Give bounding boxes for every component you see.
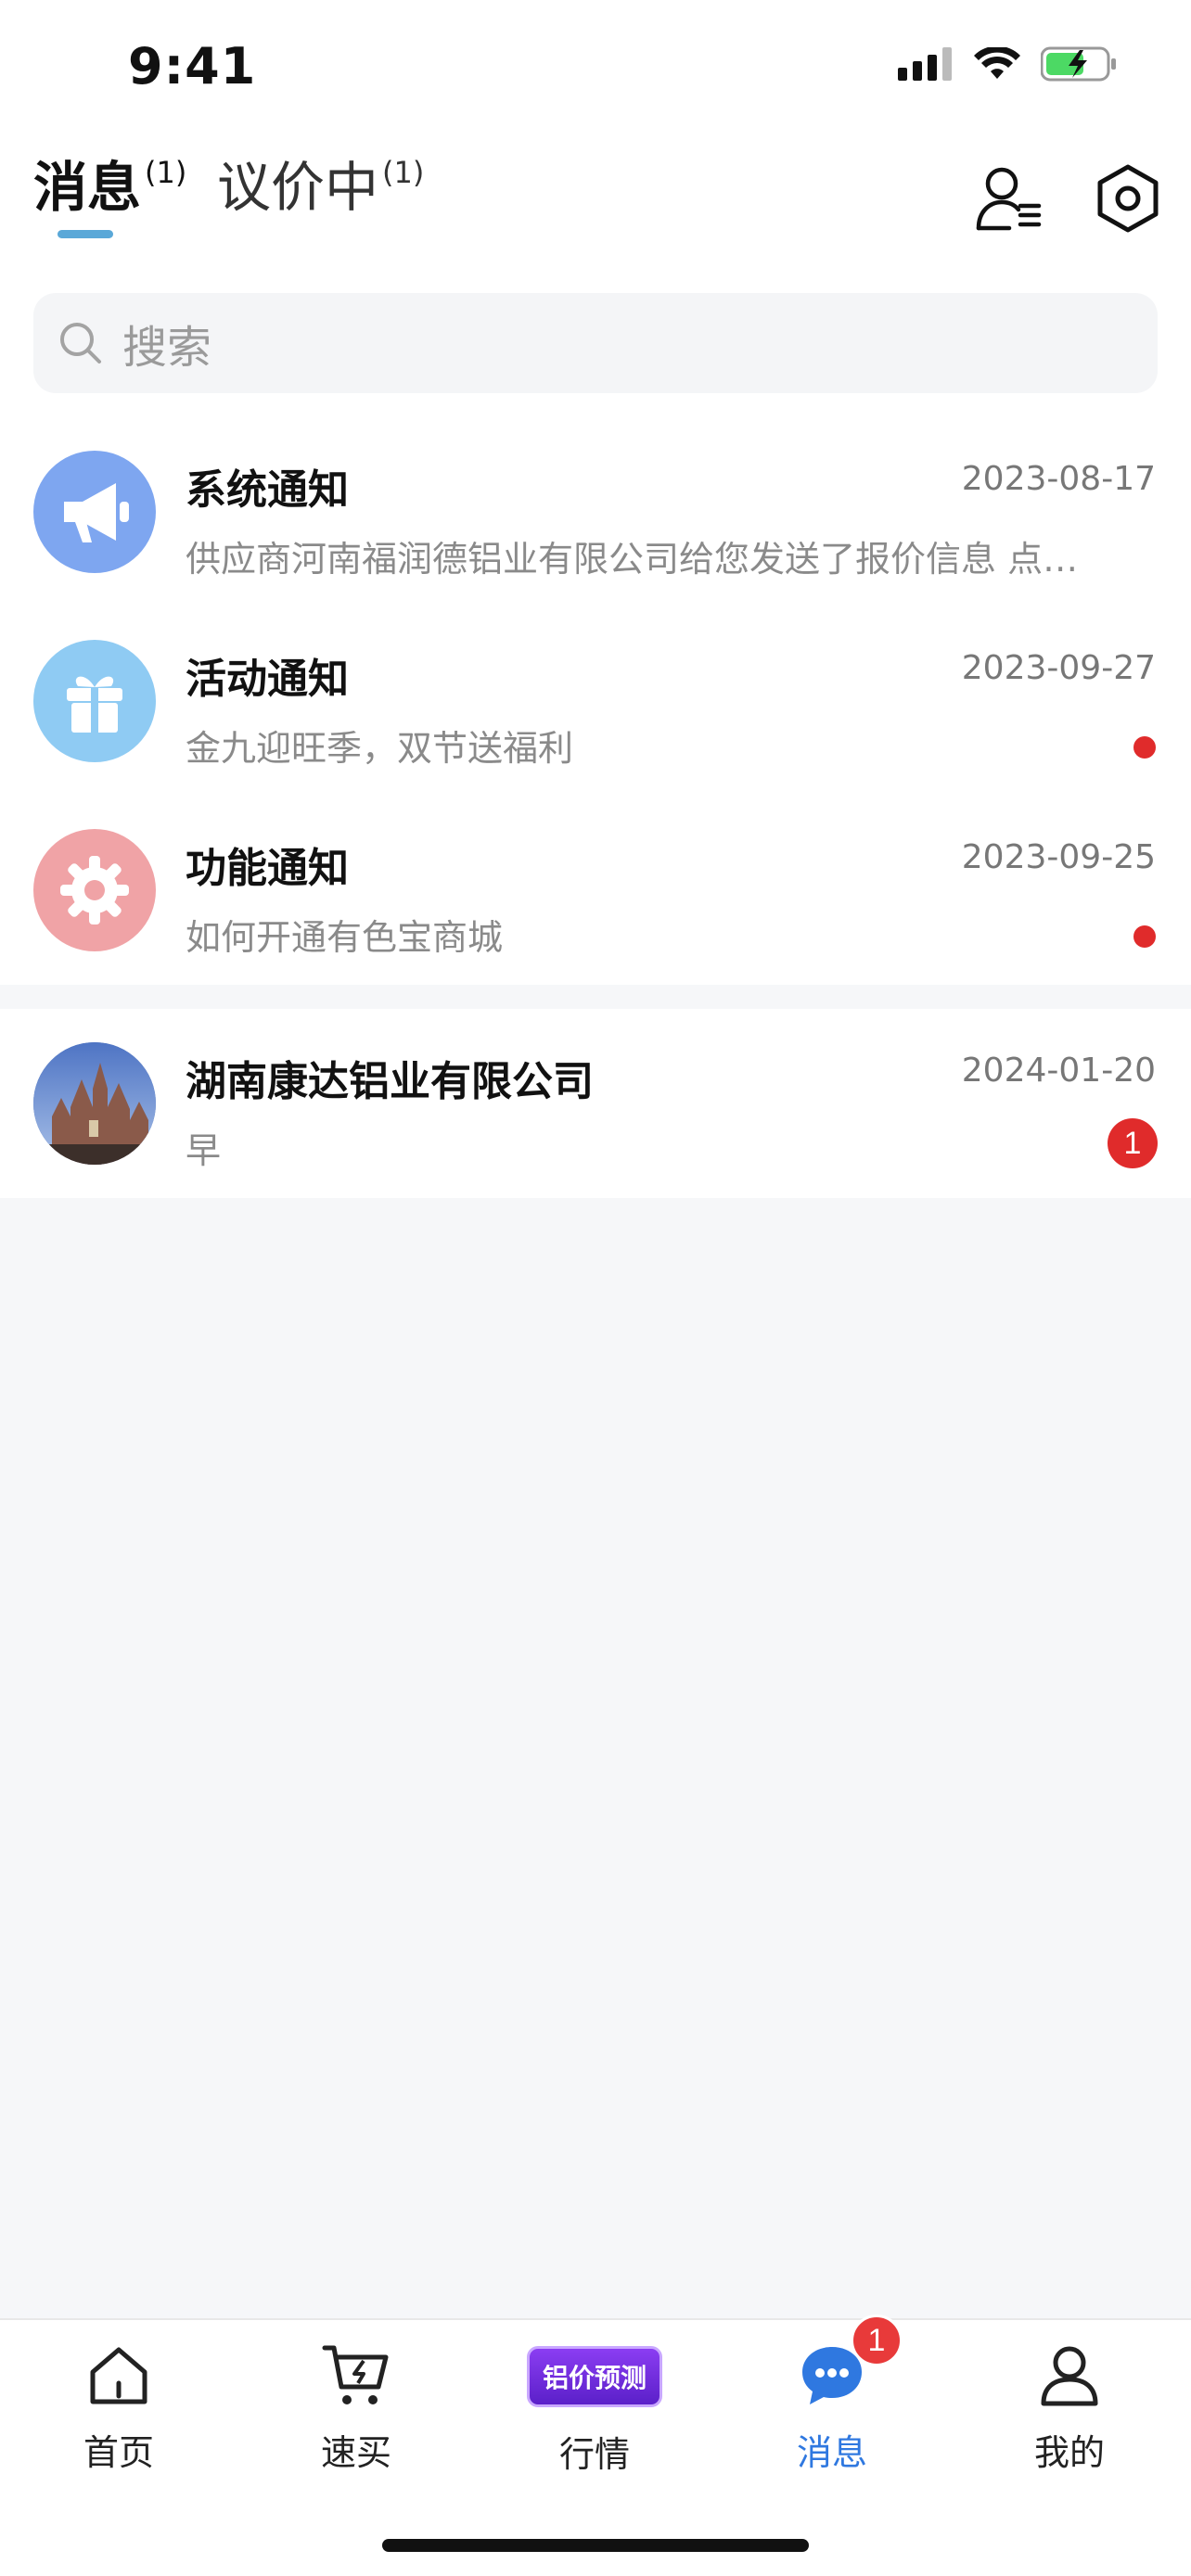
message-date: 2023-09-27 [961, 649, 1156, 687]
chat-title: 湖南康达铝业有限公司 [186, 1058, 594, 1105]
search-placeholder: 搜索 [122, 322, 212, 374]
tab-count: (1) [382, 155, 425, 190]
message-preview: 如何开通有色宝商城 [186, 917, 504, 958]
tab-negotiating[interactable]: 议价中 (1) [217, 150, 424, 224]
tab-label: 速买 [320, 2432, 391, 2473]
wifi-icon [974, 47, 1020, 79]
unread-badge: 1 [1108, 1118, 1158, 1168]
message-date: 2023-08-17 [961, 460, 1156, 498]
tab-label: 消息 [796, 2432, 867, 2473]
profile-icon [1032, 2339, 1107, 2413]
message-title: 功能通知 [186, 845, 349, 892]
search-section: 搜索 [0, 278, 1191, 417]
message-date: 2023-09-25 [961, 838, 1156, 876]
tab-label: 行情 [558, 2434, 630, 2475]
chat-date: 2024-01-20 [961, 1052, 1156, 1090]
unread-dot [1133, 925, 1156, 948]
list-item[interactable]: 功能通知 2023-09-25 如何开通有色宝商城 [0, 796, 1191, 985]
status-time: 9:41 [128, 37, 257, 96]
list-item[interactable]: 活动通知 2023-09-27 金九迎旺季，双节送福利 [0, 606, 1191, 796]
status-bar: 9:41 [0, 0, 1191, 130]
gift-icon [33, 640, 156, 762]
tab-label: 首页 [83, 2432, 154, 2473]
home-indicator [382, 2539, 809, 2552]
castle-photo [33, 1042, 156, 1165]
home-icon [82, 2339, 156, 2413]
tab-badge: 1 [851, 2315, 903, 2366]
chat-icon: 1 [795, 2315, 903, 2413]
tab-label: 消息 [33, 156, 142, 219]
tab-market[interactable]: 铝价预测 行情 [502, 2339, 687, 2487]
message-title: 活动通知 [186, 656, 349, 703]
tab-messages-nav[interactable]: 1 消息 [739, 2315, 925, 2487]
tab-label: 我的 [1033, 2432, 1105, 2473]
chat-list: 湖南康达铝业有限公司 2024-01-20 早 1 [0, 1009, 1191, 1198]
list-item[interactable]: 湖南康达铝业有限公司 2024-01-20 早 1 [0, 1009, 1191, 1198]
contacts-icon[interactable] [974, 163, 1044, 234]
megaphone-icon [33, 451, 156, 573]
message-preview: 供应商河南福润德铝业有限公司给您发送了报价信息 点… [186, 539, 1079, 580]
settings-icon[interactable] [1093, 163, 1163, 234]
list-item[interactable]: 系统通知 2023-08-17 供应商河南福润德铝业有限公司给您发送了报价信息 … [0, 417, 1191, 606]
header: 消息 (1) 议价中 (1) [0, 130, 1191, 297]
tab-home[interactable]: 首页 [26, 2339, 211, 2487]
tab-count: (1) [145, 155, 187, 190]
tab-messages[interactable]: 消息 (1) [33, 150, 186, 224]
active-tab-indicator [58, 230, 113, 238]
search-icon [60, 323, 101, 363]
gear-icon [33, 829, 156, 951]
promo-badge: 铝价预测 [527, 2346, 662, 2407]
battery-icon [1041, 46, 1116, 82]
bottom-tab-bar: 首页 速买 铝价预测 行情 1 消息 我的 [0, 2315, 1191, 2576]
message-title: 系统通知 [186, 466, 349, 514]
tab-label: 议价中 [217, 156, 379, 219]
notification-list: 系统通知 2023-08-17 供应商河南福润德铝业有限公司给您发送了报价信息 … [0, 417, 1191, 985]
cart-icon [319, 2339, 393, 2413]
chat-preview: 早 [186, 1130, 222, 1171]
tab-quick-buy[interactable]: 速买 [263, 2339, 449, 2487]
tab-profile[interactable]: 我的 [977, 2339, 1162, 2487]
message-preview: 金九迎旺季，双节送福利 [186, 728, 574, 769]
signal-icon [898, 47, 952, 81]
unread-dot [1133, 736, 1156, 759]
status-icons [898, 46, 1117, 82]
search-input[interactable]: 搜索 [33, 293, 1158, 393]
